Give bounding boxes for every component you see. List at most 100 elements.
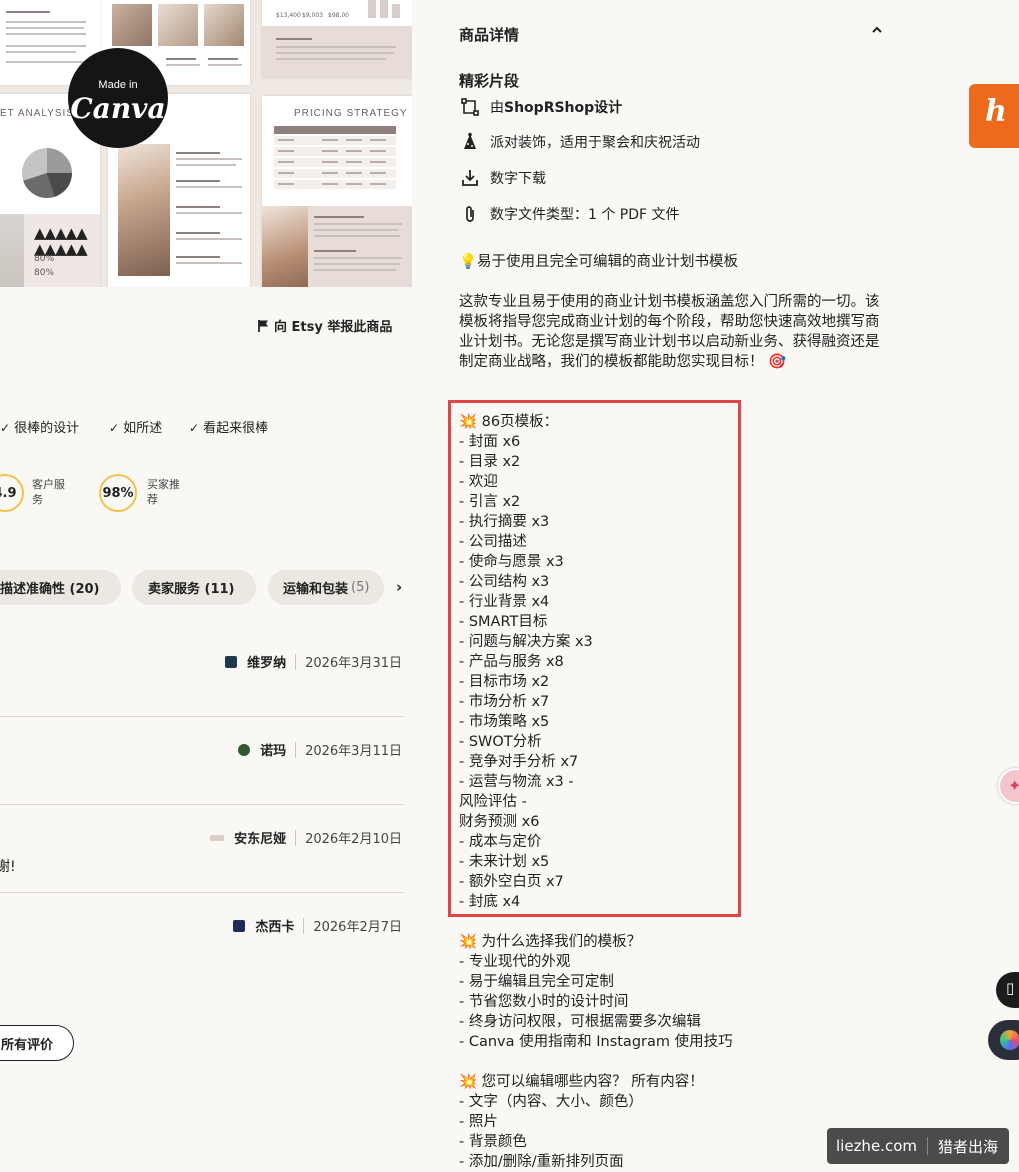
filter-pill-seller-service[interactable]: 卖家服务 (11) (132, 570, 256, 605)
list-item: - 封底 x4 (459, 894, 521, 910)
list-item: - 竞争对手分析 x7 (459, 754, 579, 770)
review-tag[interactable]: ✓ 很棒的设计 (0, 417, 79, 436)
highlight-party: 派对装饰，适用于聚会和庆祝活动 (459, 131, 700, 153)
list-item: - 额外空白页 x7 (459, 874, 564, 890)
badge-small-text: Made in (98, 79, 138, 91)
checkmark-icon: ✓ (109, 421, 120, 435)
rating-label: 买家推荐 (147, 477, 180, 507)
highlight-file-type: 数字文件类型：1 个 PDF 文件 (459, 203, 680, 225)
intro-paragraph: 这款专业且易于使用的商业计划书模板涵盖您入门所需的一切。该模板将指导您完成商业计… (459, 294, 880, 370)
avatar (225, 655, 238, 668)
highlight-text: 数字下载 (490, 171, 546, 187)
intro-heading: 💡易于使用且完全可编辑的商业计划书模板 (459, 254, 739, 270)
list-item: - 行业背景 x4 (459, 594, 550, 610)
item-details-title[interactable]: 商品详情 (459, 24, 519, 45)
customer-service-rating: 4.9 (0, 474, 24, 512)
pages-list: 💥 86页模板： - 封面 x6 - 目录 x2 - 欢迎 - 引言 x2 - 执行摘要 … (459, 412, 891, 912)
made-in-canva-badge: Made in Canva (68, 48, 168, 148)
sample-value: $9,003 (302, 12, 323, 19)
review-meta: 诺玛 2026年3月11日 (238, 740, 402, 759)
product-image-collage[interactable]: $13,400 $9,003 $98,00 ET ANALYSIS ▲▲▲▲▲ … (0, 0, 412, 287)
list-item: - 使命与愿景 x3 (459, 554, 564, 570)
sample-value: $13,400 (276, 12, 301, 19)
assistant-widget-button[interactable]: ✦ (998, 768, 1019, 804)
pill-count: (5) (351, 580, 370, 595)
list-item: - 目录 x2 (459, 454, 521, 470)
review-meta: 杰西卡 2026年2月7日 (233, 916, 402, 935)
watermark: liezhe.com 猎者出海 (827, 1128, 1009, 1164)
review-date: 2026年2月10日 (305, 832, 402, 847)
list-item: - 公司描述 (459, 534, 527, 550)
button-label: 所有评价 (0, 1037, 53, 1053)
checkmark-icon: ✓ (189, 421, 200, 435)
sample-percent: 80% (34, 254, 55, 264)
list-item: - 执行摘要 x3 (459, 514, 550, 530)
paperclip-icon (459, 203, 481, 225)
list-item: - 未来计划 x5 (459, 854, 550, 870)
list-item: - 终身访问权限，可根据需要多次编辑 (459, 1014, 701, 1030)
pill-label: 运输和包装 (283, 582, 349, 597)
ai-widget-button[interactable] (988, 1020, 1019, 1060)
tag-label: 如所述 (123, 421, 163, 436)
list-item: - 成本与定价 (459, 834, 542, 850)
highlights-title: 精彩片段 (459, 72, 520, 90)
watermark-brand: 猎者出海 (937, 1137, 998, 1156)
review-meta: 维罗纳 2026年3月31日 (225, 652, 402, 671)
list-item: - 问题与解决方案 x3 (459, 634, 593, 650)
filter-pill-description-accuracy[interactable]: 描述准确性 (20) (0, 570, 121, 605)
highlight-prefix: 由 (490, 100, 504, 116)
shop-link[interactable]: ShopRShop设计 (504, 97, 622, 117)
review-text: 谢! (0, 859, 16, 875)
party-hat-icon (459, 131, 481, 153)
rating-value: 4.9 (0, 485, 17, 501)
divider (295, 829, 297, 846)
tag-label: 看起来很棒 (203, 421, 269, 436)
list-item: - 欢迎 (459, 474, 498, 490)
watermark-domain: liezhe.com (836, 1137, 917, 1155)
market-analysis-heading: ET ANALYSIS (0, 108, 74, 119)
reviewer-name[interactable]: 安东尼娅 (234, 828, 286, 847)
reviewer-name[interactable]: 杰西卡 (255, 916, 294, 935)
pill-label: 描述准确性 (20) (0, 582, 100, 597)
rating-label-line: 务 (32, 493, 43, 506)
caret-up-icon[interactable] (871, 24, 883, 40)
list-item: - 节省您数小时的设计时间 (459, 994, 629, 1010)
list-item: 💥 您可以编辑哪些内容？ 所有内容！ (459, 1074, 704, 1090)
honey-extension-button[interactable]: h (969, 84, 1019, 148)
list-item: 💥 86页模板： (459, 414, 559, 430)
filter-pill-shipping[interactable]: 运输和包装 (5) (268, 570, 384, 605)
rating-label-line: 客户服 (32, 478, 65, 491)
list-item: - 专业现代的外观 (459, 954, 571, 970)
list-item: - 目标市场 x2 (459, 674, 550, 690)
all-reviews-button[interactable]: 所有评价 (0, 1025, 74, 1061)
colorful-orb-icon (1000, 1030, 1019, 1050)
list-item: - 引言 x2 (459, 494, 521, 510)
pill-label: 卖家服务 (11) (148, 582, 235, 597)
list-item: 财务预测 x6 (459, 814, 540, 830)
list-item: - 公司结构 x3 (459, 574, 550, 590)
reader-widget-button[interactable]: ▯ (996, 972, 1019, 1008)
honey-logo-text: h (985, 94, 1007, 129)
rating-label: 客户服务 (32, 477, 65, 507)
list-item: - 市场策略 x5 (459, 714, 550, 730)
highlight-designer: 由 ShopRShop设计 (459, 96, 622, 118)
reviewer-name[interactable]: 诺玛 (260, 740, 286, 759)
list-item: 💥 为什么选择我们的模板？ (459, 934, 642, 950)
review-tag[interactable]: ✓ 如所述 (109, 417, 162, 436)
report-listing-link[interactable]: 向 Etsy 举报此商品 (257, 316, 392, 337)
reviewer-name[interactable]: 维罗纳 (247, 652, 286, 671)
sample-value: $98,00 (328, 12, 349, 19)
badge-logo-text: Canva (70, 92, 166, 125)
list-item: - 运营与物流 x3 - (459, 774, 574, 790)
list-item: - 文字（内容、大小、颜色） (459, 1094, 643, 1110)
divider (295, 741, 297, 758)
download-icon (459, 167, 481, 189)
avatar (210, 834, 225, 841)
template-page-thumbnail: $13,400 $9,003 $98,00 (262, 0, 412, 78)
review-meta: 安东尼娅 2026年2月10日 (210, 828, 402, 847)
rating-label-line: 买家推 (147, 478, 180, 491)
list-item: - 市场分析 x7 (459, 694, 550, 710)
rating-label-line: 荐 (147, 493, 158, 506)
review-tag[interactable]: ✓ 看起来很棒 (189, 417, 268, 436)
chevron-right-icon[interactable]: › (396, 578, 402, 596)
